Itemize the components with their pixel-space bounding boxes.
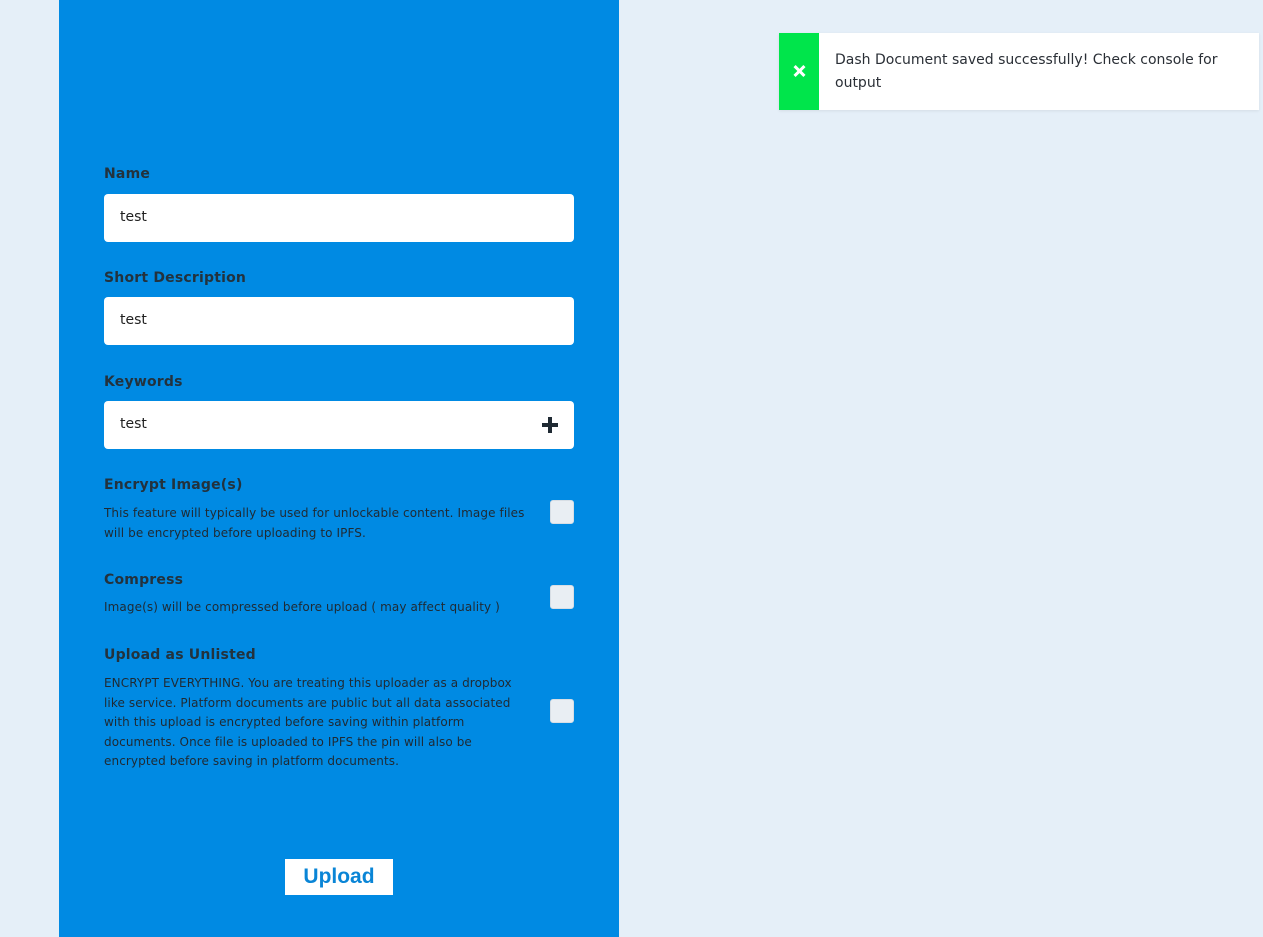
keywords-input-value: test: [120, 416, 147, 432]
upload-button[interactable]: Upload: [285, 859, 393, 895]
success-toast: Dash Document saved successfully! Check …: [779, 33, 1259, 110]
upload-unlisted-checkbox[interactable]: [550, 699, 574, 723]
keywords-label: Keywords: [104, 374, 183, 390]
encrypt-images-title: Encrypt Image(s): [104, 477, 243, 493]
name-label: Name: [104, 166, 151, 182]
compress-title: Compress: [104, 572, 184, 588]
name-input-value: test: [120, 209, 147, 225]
encrypt-images-description: This feature will typically be used for …: [104, 506, 525, 540]
upload-form-panel: [59, 0, 619, 937]
close-icon[interactable]: [793, 65, 805, 77]
keywords-input[interactable]: test: [104, 401, 574, 449]
upload-unlisted-title: Upload as Unlisted: [104, 647, 256, 663]
encrypt-images-checkbox[interactable]: [550, 500, 574, 524]
compress-description: Image(s) will be compressed before uploa…: [104, 600, 500, 614]
upload-unlisted-description: ENCRYPT EVERYTHING. You are treating thi…: [104, 676, 512, 768]
short-description-input[interactable]: test: [104, 297, 574, 345]
toast-accent-bar: [779, 33, 819, 110]
short-description-input-value: test: [120, 312, 147, 328]
add-keyword-plus-icon[interactable]: [542, 417, 558, 433]
short-description-label: Short Description: [104, 270, 247, 286]
toast-message: Dash Document saved successfully! Check …: [835, 52, 1218, 91]
name-input[interactable]: test: [104, 194, 574, 242]
compress-checkbox[interactable]: [550, 585, 574, 609]
